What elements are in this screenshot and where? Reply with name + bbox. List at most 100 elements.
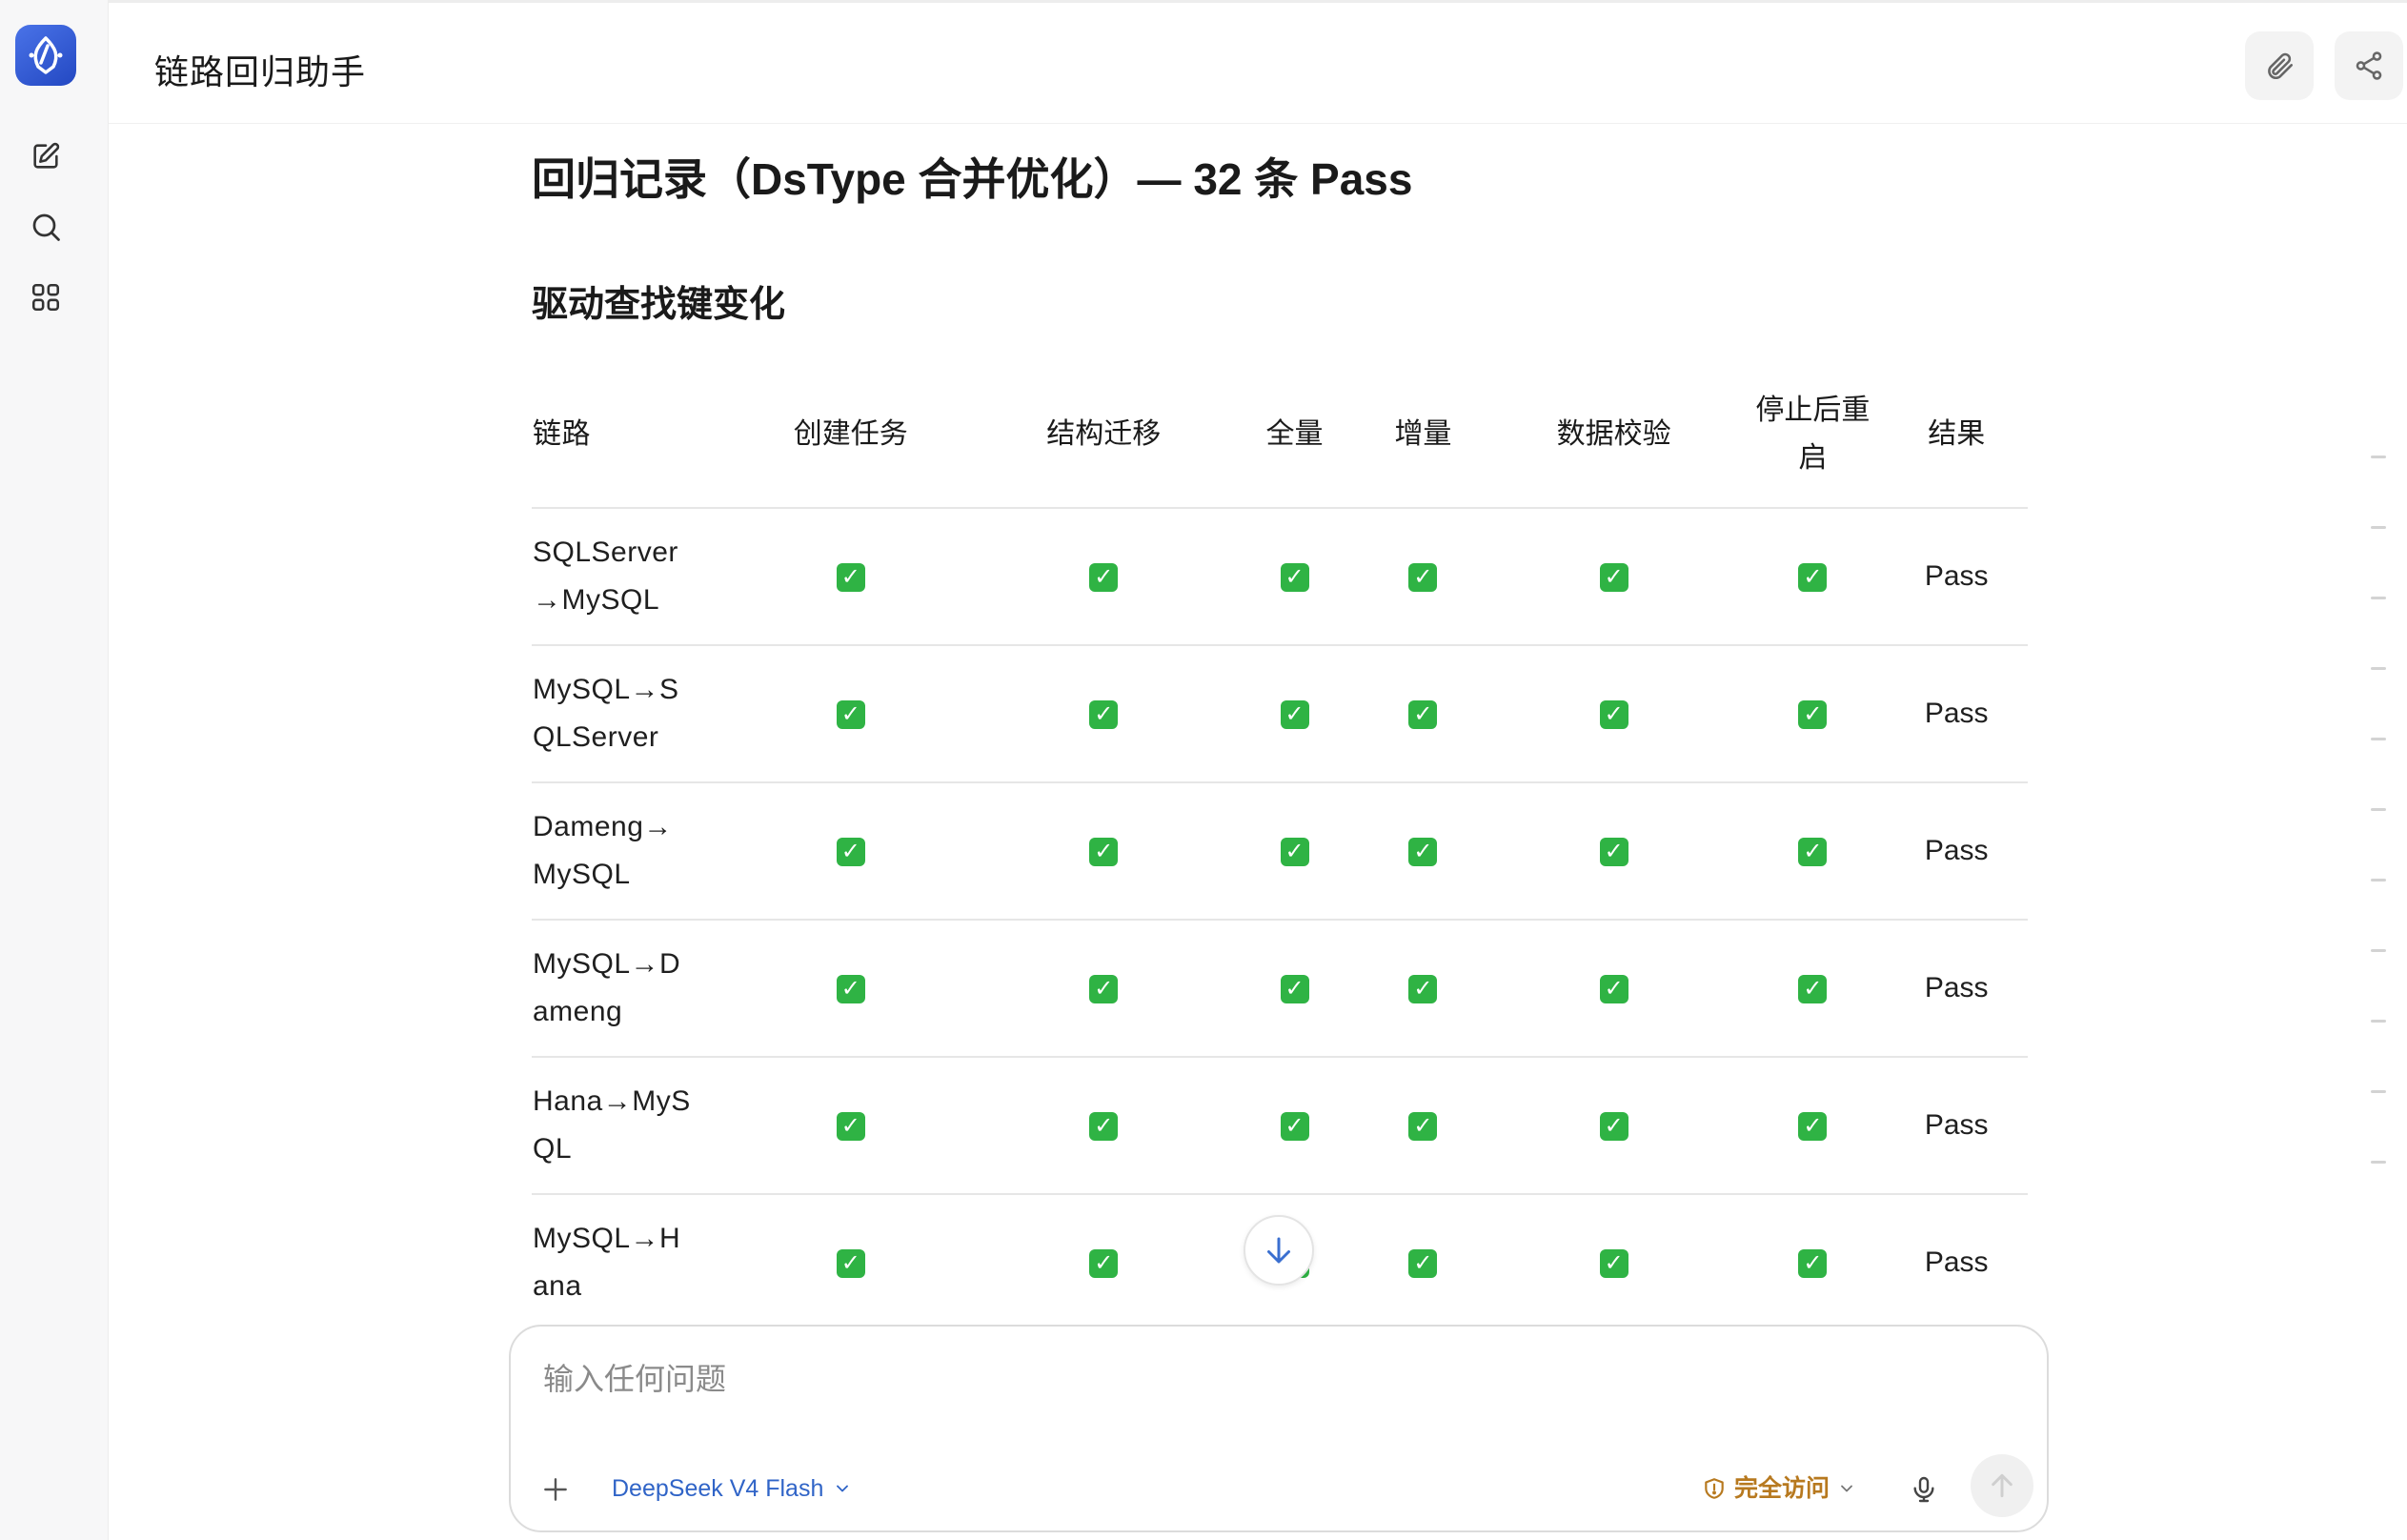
check-cell: ✓	[1230, 920, 1359, 1058]
chevron-down-icon	[1841, 1485, 1852, 1492]
scroll-tick[interactable]	[2371, 1161, 2386, 1164]
check-mark-icon: ✓	[1599, 838, 1628, 867]
send-button[interactable]	[1971, 1454, 2033, 1517]
check-cell: ✓	[977, 645, 1231, 783]
check-mark-icon: ✓	[1599, 563, 1628, 593]
scroll-position-ticks	[2371, 456, 2386, 1231]
voice-input-button[interactable]	[1902, 1468, 1946, 1511]
route-cell: MySQL→S QLServer	[532, 645, 724, 783]
check-mark-icon: ✓	[1599, 1249, 1628, 1279]
scroll-tick[interactable]	[2371, 1020, 2386, 1023]
check-cell: ✓	[724, 645, 978, 783]
check-mark-icon: ✓	[836, 700, 865, 730]
paperclip-icon	[2268, 52, 2294, 80]
left-rail	[0, 0, 109, 1540]
check-cell: ✓	[724, 1057, 978, 1195]
check-cell: ✓	[977, 920, 1231, 1058]
column-header: 增量	[1358, 362, 1487, 509]
scroll-tick[interactable]	[2371, 949, 2386, 952]
result-cell: Pass	[1885, 508, 2028, 646]
column-header-line: 停止后重	[1755, 395, 1871, 426]
regression-table: 链路 创建任务 结构迁移 全量 增量 数据校验 停止后重 启 结果 SQLSer…	[532, 362, 2028, 1332]
check-cell: ✓	[724, 920, 978, 1058]
check-mark-icon: ✓	[1408, 563, 1438, 593]
check-cell: ✓	[977, 1057, 1231, 1195]
check-cell: ✓	[1358, 1057, 1487, 1195]
attach-button[interactable]	[2245, 31, 2314, 100]
check-mark-icon: ✓	[836, 563, 865, 593]
route-cell: MySQL→H ana	[532, 1194, 724, 1332]
route-line: MySQL→S	[533, 674, 679, 705]
column-header: 结果	[1885, 362, 2028, 509]
scroll-tick[interactable]	[2371, 667, 2386, 670]
check-cell: ✓	[1358, 782, 1487, 921]
route-line: MySQL	[533, 859, 631, 890]
new-chat-icon[interactable]	[23, 133, 69, 179]
scroll-tick[interactable]	[2371, 738, 2386, 740]
route-cell: SQLServer →MySQL	[532, 508, 724, 646]
column-header: 创建任务	[724, 362, 978, 509]
check-cell: ✓	[1740, 645, 1886, 783]
column-header-line: 启	[1798, 442, 1828, 474]
check-cell: ✓	[724, 782, 978, 921]
model-selector[interactable]: DeepSeek V4 Flash	[612, 1469, 852, 1508]
column-header: 全量	[1230, 362, 1359, 509]
check-cell: ✓	[1358, 920, 1487, 1058]
check-mark-icon: ✓	[1089, 1249, 1119, 1279]
check-cell: ✓	[1487, 508, 1741, 646]
section-heading: 驱动查找键变化	[532, 285, 786, 325]
check-mark-icon: ✓	[1089, 700, 1119, 730]
scroll-tick[interactable]	[2371, 456, 2386, 458]
message-input[interactable]: 输入任何问题	[543, 1355, 726, 1399]
apps-grid-icon[interactable]	[23, 274, 69, 320]
result-cell: Pass	[1885, 1057, 2028, 1195]
check-cell: ✓	[724, 508, 978, 646]
check-mark-icon: ✓	[836, 1249, 865, 1279]
check-cell: ✓	[1487, 1194, 1741, 1332]
check-cell: ✓	[1358, 645, 1487, 783]
scroll-tick[interactable]	[2371, 597, 2386, 599]
check-mark-icon: ✓	[836, 975, 865, 1004]
table-row: SQLServer →MySQL ✓ ✓ ✓ ✓ ✓ ✓ Pass	[532, 508, 2028, 646]
route-line: ana	[533, 1270, 582, 1302]
check-cell: ✓	[1230, 508, 1359, 646]
scroll-tick[interactable]	[2371, 808, 2386, 811]
share-button[interactable]	[2335, 31, 2403, 100]
check-cell: ✓	[1740, 782, 1886, 921]
share-icon	[2356, 51, 2382, 80]
column-header: 结构迁移	[977, 362, 1231, 509]
check-cell: ✓	[1487, 1057, 1741, 1195]
route-line: →MySQL	[533, 584, 660, 616]
check-mark-icon: ✓	[1280, 700, 1309, 730]
check-cell: ✓	[1740, 1194, 1886, 1332]
scroll-to-bottom-button[interactable]	[1244, 1215, 1314, 1286]
result-cell: Pass	[1885, 645, 2028, 783]
check-mark-icon: ✓	[1798, 975, 1828, 1004]
chevron-down-icon	[837, 1485, 849, 1492]
route-line: MySQL→H	[533, 1223, 681, 1254]
scroll-tick[interactable]	[2371, 1090, 2386, 1093]
check-mark-icon: ✓	[1408, 975, 1438, 1004]
check-mark-icon: ✓	[1798, 1249, 1828, 1279]
check-mark-icon: ✓	[1798, 1112, 1828, 1142]
route-line: QLServer	[533, 721, 659, 753]
scroll-tick[interactable]	[2371, 879, 2386, 881]
result-cell: Pass	[1885, 920, 2028, 1058]
result-cell: Pass	[1885, 1194, 2028, 1332]
check-cell: ✓	[1740, 920, 1886, 1058]
add-attachment-button[interactable]	[534, 1468, 577, 1511]
access-mode-selector[interactable]: 完全访问	[1702, 1469, 1856, 1508]
check-mark-icon: ✓	[1408, 700, 1438, 730]
chat-composer[interactable]: 输入任何问题 DeepSeek V4 Flash 完全访问	[509, 1325, 2049, 1532]
check-mark-icon: ✓	[1408, 1249, 1438, 1279]
search-icon[interactable]	[23, 204, 69, 250]
app-logo-icon[interactable]	[15, 25, 76, 86]
scroll-tick[interactable]	[2371, 526, 2386, 529]
check-cell: ✓	[977, 508, 1231, 646]
check-mark-icon: ✓	[836, 1112, 865, 1142]
check-mark-icon: ✓	[1408, 1112, 1438, 1142]
check-mark-icon: ✓	[1089, 975, 1119, 1004]
check-mark-icon: ✓	[1280, 975, 1309, 1004]
check-cell: ✓	[977, 782, 1231, 921]
table-header-row: 链路 创建任务 结构迁移 全量 增量 数据校验 停止后重 启 结果	[532, 362, 2028, 509]
